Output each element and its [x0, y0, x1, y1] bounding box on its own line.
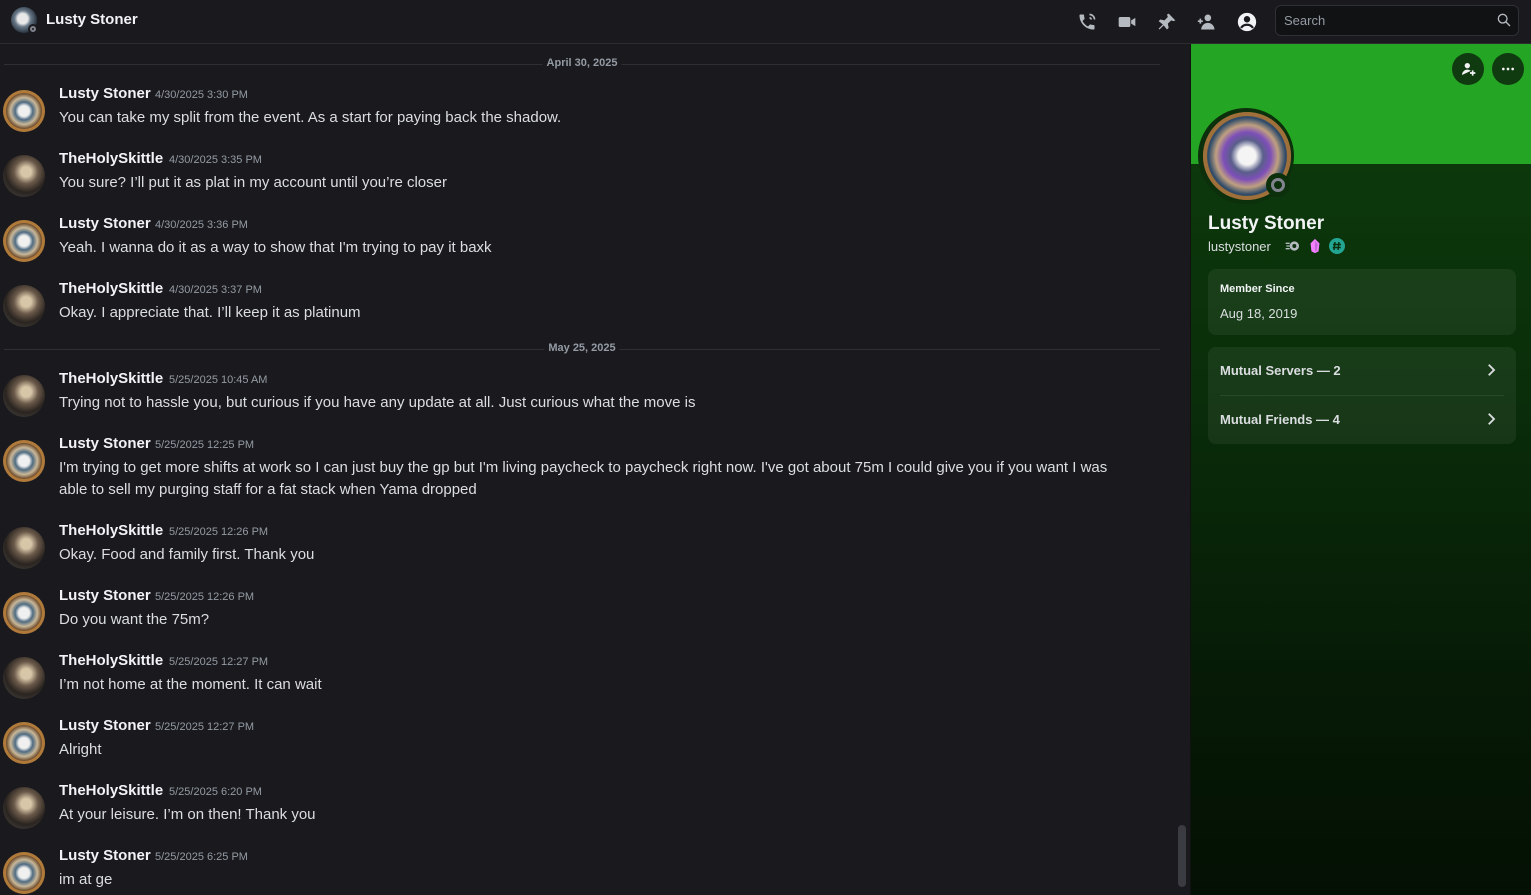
message-list[interactable]: April 30, 2025 Lusty Stoner 4/30/2025 3:… [0, 45, 1190, 895]
message-text: You can take my split from the event. As… [59, 109, 562, 126]
add-friends-to-dm-icon[interactable] [1195, 10, 1219, 34]
add-friend-button[interactable] [1452, 53, 1484, 85]
message-author[interactable]: TheHolySkittle [59, 370, 163, 387]
mutual-servers-row[interactable]: Mutual Servers — 2 [1208, 347, 1516, 396]
message-author[interactable]: TheHolySkittle [59, 652, 163, 669]
more-dots-icon [1502, 67, 1514, 71]
more-options-button[interactable] [1492, 53, 1524, 85]
avatar[interactable] [3, 852, 45, 894]
member-since-value: Aug 18, 2019 [1220, 306, 1298, 321]
message-timestamp: 5/25/2025 12:26 PM [169, 526, 269, 538]
message-author[interactable]: Lusty Stoner [59, 85, 151, 102]
avatar[interactable] [3, 375, 45, 417]
avatar[interactable] [3, 787, 45, 829]
date-divider: April 30, 2025 [4, 57, 1160, 69]
message-text: Yeah. I wanna do it as a way to show tha… [59, 239, 492, 256]
message-timestamp: 5/25/2025 12:27 PM [155, 721, 255, 733]
profile-username[interactable]: lustystoner [1208, 239, 1271, 254]
date-divider-label: April 30, 2025 [542, 57, 622, 69]
mutuals-card: Mutual Servers — 2 Mutual Friends — 4 [1208, 347, 1516, 444]
user-profile-icon[interactable] [1235, 10, 1259, 34]
search-icon [1496, 12, 1512, 33]
chevron-right-icon [1482, 410, 1500, 433]
message-author[interactable]: TheHolySkittle [59, 150, 163, 167]
message-timestamp: 4/30/2025 3:37 PM [169, 284, 262, 296]
avatar[interactable] [3, 220, 45, 262]
message-text: Alright [59, 741, 102, 758]
message-timestamp: 5/25/2025 12:27 PM [169, 656, 269, 668]
message-author[interactable]: Lusty Stoner [59, 847, 151, 864]
message-text: Okay. Food and family first. Thank you [59, 546, 315, 563]
message-timestamp: 5/25/2025 12:25 PM [155, 439, 255, 451]
speedy-badge-icon[interactable] [1285, 238, 1301, 254]
avatar[interactable] [3, 657, 45, 699]
hashtag-badge-icon[interactable] [1329, 238, 1345, 254]
avatar[interactable] [3, 527, 45, 569]
message-timestamp: 5/25/2025 6:25 PM [155, 851, 248, 863]
mutual-servers-label: Mutual Servers — 2 [1220, 363, 1341, 378]
date-divider-label: May 25, 2025 [544, 342, 620, 354]
avatar[interactable] [3, 90, 45, 132]
offline-status-icon [1266, 173, 1290, 197]
mutual-friends-row[interactable]: Mutual Friends — 4 [1208, 396, 1516, 444]
header-status-offline-icon [28, 24, 38, 34]
message-timestamp: 4/30/2025 3:30 PM [155, 89, 248, 101]
pin-icon[interactable] [1155, 10, 1179, 34]
message-text: I'm trying to get more shifts at work so… [59, 459, 1108, 498]
message-timestamp: 5/25/2025 12:26 PM [155, 591, 255, 603]
search-input[interactable]: Search [1275, 5, 1519, 36]
message-text: Do you want the 75m? [59, 611, 210, 628]
avatar[interactable] [3, 592, 45, 634]
profile-panel: Lusty Stoner lustystoner Member Since Au… [1190, 44, 1531, 895]
message-text: I’m not home at the moment. It can wait [59, 676, 322, 693]
message-timestamp: 5/25/2025 6:20 PM [169, 786, 262, 798]
message-author[interactable]: TheHolySkittle [59, 280, 163, 297]
message-author[interactable]: Lusty Stoner [59, 717, 151, 734]
message-author[interactable]: TheHolySkittle [59, 782, 163, 799]
search-placeholder: Search [1284, 13, 1326, 28]
message-text: Okay. I appreciate that. I’ll keep it as… [59, 304, 361, 321]
video-call-icon[interactable] [1115, 10, 1139, 34]
scrollbar-thumb[interactable] [1178, 825, 1186, 887]
mutual-friends-label: Mutual Friends — 4 [1220, 412, 1340, 427]
message-author[interactable]: TheHolySkittle [59, 522, 163, 539]
message-timestamp: 4/30/2025 3:36 PM [155, 219, 248, 231]
add-friend-icon [1462, 63, 1476, 76]
avatar[interactable] [3, 722, 45, 764]
dm-header: Lusty Stoner Search [0, 0, 1531, 44]
header-title[interactable]: Lusty Stoner [46, 11, 138, 28]
avatar[interactable] [3, 440, 45, 482]
avatar[interactable] [3, 285, 45, 327]
nitro-gem-badge-icon[interactable] [1307, 238, 1323, 254]
message-timestamp: 5/25/2025 10:45 AM [169, 374, 268, 386]
message-author[interactable]: Lusty Stoner [59, 215, 151, 232]
avatar[interactable] [3, 155, 45, 197]
message-text: Trying not to hassle you, but curious if… [59, 394, 696, 411]
message-author[interactable]: Lusty Stoner [59, 435, 151, 452]
member-since-card: Member Since Aug 18, 2019 [1208, 269, 1516, 335]
message-text: At your leisure. I’m on then! Thank you [59, 806, 316, 823]
phone-call-icon[interactable] [1075, 10, 1099, 34]
message-text: im at ge [59, 871, 113, 888]
profile-display-name: Lusty Stoner [1208, 213, 1325, 234]
message-timestamp: 4/30/2025 3:35 PM [169, 154, 262, 166]
message-author[interactable]: Lusty Stoner [59, 587, 151, 604]
date-divider: May 25, 2025 [4, 342, 1160, 354]
member-since-label: Member Since [1220, 283, 1295, 295]
message-text: You sure? I’ll put it as plat in my acco… [59, 174, 447, 191]
chevron-right-icon [1482, 361, 1500, 384]
